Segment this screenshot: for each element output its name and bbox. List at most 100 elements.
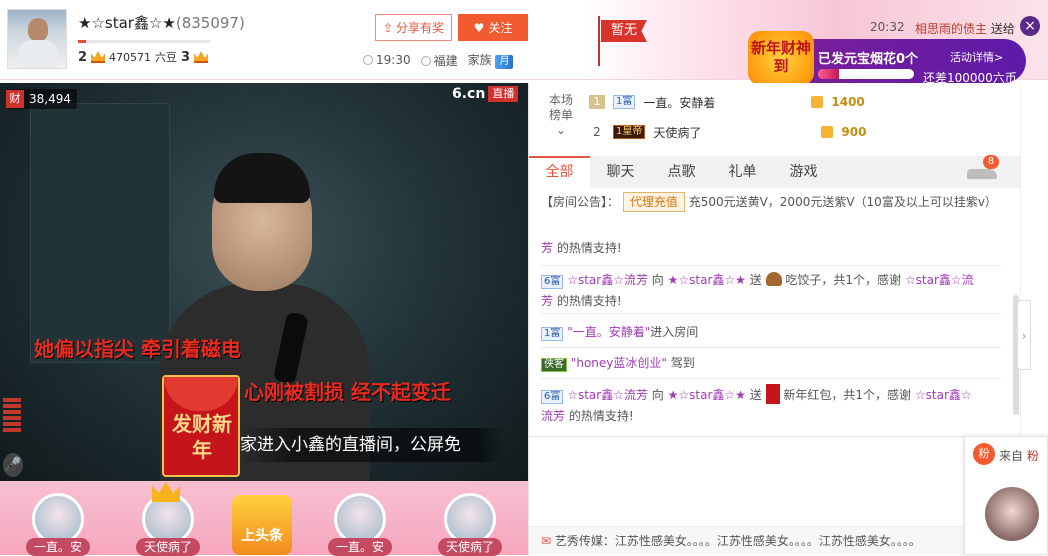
live-badge: 直播 xyxy=(488,86,519,102)
rank-user-name: 一直。安 xyxy=(328,538,392,556)
volume-meter xyxy=(3,398,21,448)
share-label: 分享有奖 xyxy=(396,21,445,35)
chat-input-area[interactable] xyxy=(529,438,1007,526)
chat-user-name[interactable]: ☆star鑫☆流芳 xyxy=(567,273,648,287)
fans-badge: 粉 xyxy=(973,443,995,465)
fans-card[interactable]: 粉 来自 粉 xyxy=(964,436,1048,555)
clock-icon xyxy=(363,55,373,65)
promo-progress xyxy=(818,69,914,79)
chat-user-name[interactable]: 芳 xyxy=(541,294,553,308)
anchor-avatar[interactable] xyxy=(7,9,67,69)
fans-name: 粉 xyxy=(1026,449,1039,463)
promo-title: 已发元宝烟花0个 xyxy=(818,52,919,67)
level-badge: 6富 xyxy=(541,390,564,404)
wealth-level: 2 xyxy=(78,49,88,65)
newyear-promo-banner[interactable]: 新年财神到 已发元宝烟花0个 活动详情> 还差100000六币 xyxy=(748,31,1026,85)
rank-row[interactable]: 2 1皇帝 天使病了 900 xyxy=(589,121,866,143)
microphone-icon[interactable]: 🎤 xyxy=(3,453,23,477)
chat-message: 1富 "一直。安静着"进入房间 xyxy=(541,322,1001,348)
chat-user-name[interactable]: 流芳 xyxy=(541,409,565,423)
gift-rank-bar: 一直。安 天使病了 上头条 一直。安 天使病了 xyxy=(0,481,528,556)
announcement-label: 【房间公告】： xyxy=(541,195,620,209)
rank-number: 2 xyxy=(593,125,601,139)
chat-tabs: 全部 聊天 点歌 礼单 游戏 xyxy=(529,156,1021,188)
scrolling-message: 家进入小鑫的直播间，公屏免 xyxy=(240,428,504,462)
chat-text: 向 xyxy=(651,273,664,287)
fan-avatar[interactable] xyxy=(985,487,1039,541)
red-envelope-gift[interactable]: 发财新年 xyxy=(162,375,240,477)
chat-text: 的热情支持! xyxy=(556,241,622,255)
chat-text: 的热情支持! xyxy=(568,409,634,423)
chat-user-name[interactable]: "honey蓝冰创业" xyxy=(571,356,667,370)
level-badge: 1富 xyxy=(613,95,636,109)
chat-user-name[interactable]: 芳 xyxy=(541,241,553,255)
share-button[interactable]: ⇪ 分享有奖 xyxy=(375,14,452,41)
level-badge: 1皇帝 xyxy=(613,125,646,139)
rank-value: 900 xyxy=(841,125,867,139)
chevron-down-icon[interactable]: ⌄ xyxy=(541,123,581,138)
anchor-nickname[interactable]: ★☆star鑫☆★ xyxy=(78,14,176,32)
chat-target-name[interactable]: ★☆star鑫☆★ xyxy=(668,388,746,402)
dumpling-gift-icon xyxy=(765,272,782,286)
level-badge: 1富 xyxy=(541,327,564,341)
tab-games[interactable]: 游戏 xyxy=(773,156,834,188)
room-info: 19:30 福建 家族 月 xyxy=(363,51,514,69)
chat-text: 的热情支持! xyxy=(556,294,622,308)
broadcast-ticker[interactable]: ✉ 艺秀传媒：江苏性感美女。。。。江苏性感美女。。。。江苏性感美女。。。。 xyxy=(529,526,963,555)
chat-target-name[interactable]: ★☆star鑫☆★ xyxy=(668,273,746,287)
divider xyxy=(529,436,1007,437)
chat-message: 6富 ☆star鑫☆流芳 向 ★☆star鑫☆★ 送 新年红包，共1个，感谢 ☆… xyxy=(541,384,1001,428)
promo-details-link[interactable]: 活动详情> xyxy=(950,49,1003,65)
agent-recharge-button[interactable]: 代理充值 xyxy=(622,192,685,212)
family-badge[interactable]: 月 xyxy=(495,55,514,69)
megaphone-icon: ✉ xyxy=(541,534,555,548)
level-badge: 侠客 xyxy=(541,358,567,372)
chat-user-name[interactable]: ☆star鑫☆ xyxy=(915,388,972,402)
rank-row[interactable]: 1 1富 一直。安静着 1400 xyxy=(589,91,865,113)
viewer-count: 财 38,494 xyxy=(6,89,77,109)
chat-message: 6富 ☆star鑫☆流芳 向 ★☆star鑫☆★ 送 吃饺子，共1个，感谢 ☆s… xyxy=(541,270,1001,314)
tab-all[interactable]: 全部 xyxy=(529,156,590,188)
rank-user-name: 天使病了 xyxy=(136,538,200,556)
headline-button[interactable]: 上头条 xyxy=(232,495,292,555)
room-announcement: 【房间公告】： 代理充值 充500元送黄V，2000元送紫V（10富及以上可以挂… xyxy=(541,192,1001,213)
location-icon xyxy=(420,55,431,66)
chat-text: 驾到 xyxy=(670,356,695,370)
follow-label: 关注 xyxy=(488,21,513,35)
anchor-name[interactable]: ★☆star鑫☆★(835097) xyxy=(78,12,245,33)
heart-icon: ♥ xyxy=(473,20,485,35)
rank-user[interactable]: 天使病了 xyxy=(136,493,200,556)
chevron-right-icon[interactable]: › xyxy=(1017,300,1031,370)
chat-messages: 【房间公告】： 代理充值 充500元送黄V，2000元送紫V（10富及以上可以挂… xyxy=(529,188,1007,438)
rank-value: 1400 xyxy=(831,95,865,109)
tab-chat[interactable]: 聊天 xyxy=(590,156,651,188)
anchor-stats: 2 470571 六豆 3 xyxy=(78,49,209,65)
live-video[interactable]: 财 38,494 6.cn 直播 她偏以指尖 牵引着磁电 心刚被割损 经不起变迁 发… xyxy=(0,83,528,481)
chat-user-name[interactable]: "一直。安静着" xyxy=(567,325,650,339)
chat-text: 向 xyxy=(651,388,664,402)
rank-user[interactable]: 一直。安 xyxy=(26,493,90,556)
rank-user-name[interactable]: 一直。安静着 xyxy=(643,94,803,111)
tab-song[interactable]: 点歌 xyxy=(651,156,712,188)
rank-user[interactable]: 天使病了 xyxy=(438,493,502,556)
rank-user-name[interactable]: 天使病了 xyxy=(653,124,813,141)
crown-icon xyxy=(91,51,106,63)
chat-panel: 本场 榜单 ⌄ 1 1富 一直。安静着 1400 2 1皇帝 天使病了 900 全部… xyxy=(528,83,1021,555)
chat-text: 吃饺子，共1个，感谢 xyxy=(785,273,902,287)
family[interactable]: 家族 月 xyxy=(468,51,514,69)
lyric-line-1: 她偏以指尖 牵引着磁电 xyxy=(34,337,241,361)
chat-user-name[interactable]: ☆star鑫☆流 xyxy=(905,273,974,287)
promo-badge: 新年财神到 xyxy=(748,31,814,85)
chat-text: 送 xyxy=(749,388,762,402)
chat-user-name[interactable]: ☆star鑫☆流芳 xyxy=(567,388,648,402)
rank-user[interactable]: 一直。安 xyxy=(328,493,392,556)
session-rank-label[interactable]: 本场 榜单 ⌄ xyxy=(541,93,581,138)
flag-label: 暂无 xyxy=(601,20,647,42)
chat-text: 进入房间 xyxy=(650,325,699,339)
follow-button[interactable]: ♥ 关注 xyxy=(458,14,528,41)
chat-message: 侠客 "honey蓝冰创业" 驾到 xyxy=(541,353,1001,379)
site-logo: 6.cn 直播 xyxy=(452,86,519,102)
family-label: 家族 xyxy=(467,53,492,67)
tab-gifts[interactable]: 礼单 xyxy=(712,156,773,188)
level-progress-bar xyxy=(78,40,210,43)
